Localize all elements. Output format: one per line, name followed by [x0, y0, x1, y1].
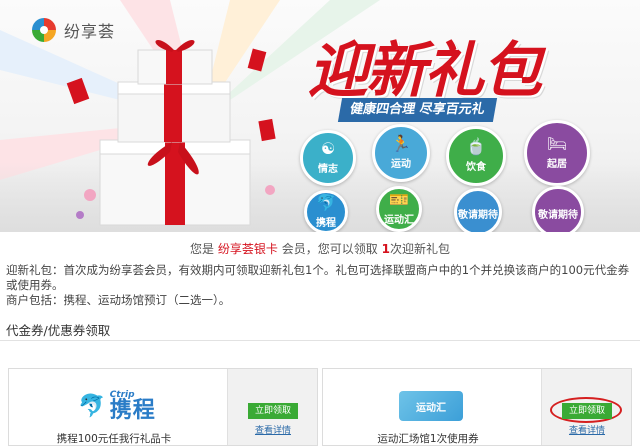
claim-button[interactable]: 立即领取: [562, 403, 612, 419]
coupon-label: 运动汇场馆1次使用券: [377, 433, 479, 445]
coupon-label: 携程100元任我行礼品卡: [56, 433, 172, 445]
hero-title: 迎新礼包: [300, 20, 600, 110]
ctrip-logo: 🐬 Ctrip 携程: [78, 389, 156, 423]
gift-description-text: 迎新礼包：首次成为纷享荟会员，有效期内可领取迎新礼包1个。礼包可选择联盟商户中的…: [6, 263, 630, 292]
meditation-icon: ☯: [320, 139, 336, 158]
bowl-icon: 🍵: [466, 137, 486, 156]
view-details-link[interactable]: 查看详情: [562, 423, 612, 436]
gift-boxes-illustration: [66, 39, 276, 226]
category-coming-soon-2[interactable]: 敬请期待: [532, 186, 584, 232]
view-details-link[interactable]: 查看详情: [248, 423, 298, 436]
sports-hub-logo: 运动汇: [331, 377, 531, 435]
coupon-actions: 立即领取 查看详情: [541, 369, 631, 445]
category-diet[interactable]: 🍵 饮食: [446, 126, 506, 186]
ticket-icon: 运动汇: [399, 391, 463, 421]
category-ctrip[interactable]: 🐬 携程: [304, 190, 348, 232]
member-status-line: 您是 纷享荟银卡 会员，您可以领取 1次迎新礼包: [190, 242, 450, 256]
gift-count: 1: [381, 242, 390, 256]
bed-icon: 🛏: [546, 134, 568, 153]
promo-banner: 纷享荟 迎新礼包 健康四合理 尽享百元礼 ☯ 情志 🏃 运动 🍵 饮食 🛏 起居…: [0, 0, 640, 232]
ticket-icon: 🎫: [389, 190, 409, 209]
category-emotion[interactable]: ☯ 情志: [300, 130, 356, 186]
section-title: 代金券/优惠券领取: [6, 323, 111, 338]
claim-button[interactable]: 立即领取: [248, 403, 298, 419]
coupon-card-sports-hub: 运动汇 运动汇场馆1次使用券 立即领取 查看详情: [322, 368, 632, 446]
member-card-name: 纷享荟银卡: [217, 242, 278, 256]
category-daily-life[interactable]: 🛏 起居: [524, 120, 590, 186]
coupon-card-ctrip: 🐬 Ctrip 携程 携程100元任我行礼品卡 立即领取 查看详情: [8, 368, 318, 446]
gift-description: 迎新礼包：首次成为纷享荟会员，有效期内可领取迎新礼包1个。礼包可选择联盟商户中的…: [6, 263, 636, 308]
category-sports-hub[interactable]: 🎫 运动汇: [376, 186, 422, 232]
dolphin-icon: 🐬: [78, 393, 106, 419]
merchant-list-text: 商户包括：携程、运动场馆预订（二选一）。: [6, 293, 231, 307]
coupon-actions: 立即领取 查看详情: [227, 369, 317, 445]
brand-logo-icon: [32, 18, 56, 42]
category-coming-soon-1[interactable]: 敬请期待: [454, 188, 502, 232]
dolphin-icon: 🐬: [316, 193, 336, 212]
section-divider: [0, 340, 640, 341]
hero-title-text: 迎新礼包: [308, 36, 542, 106]
running-icon: 🏃: [391, 134, 411, 153]
hero-subtitle: 健康四合理 尽享百元礼: [337, 98, 497, 122]
category-sports[interactable]: 🏃 运动: [372, 124, 430, 182]
